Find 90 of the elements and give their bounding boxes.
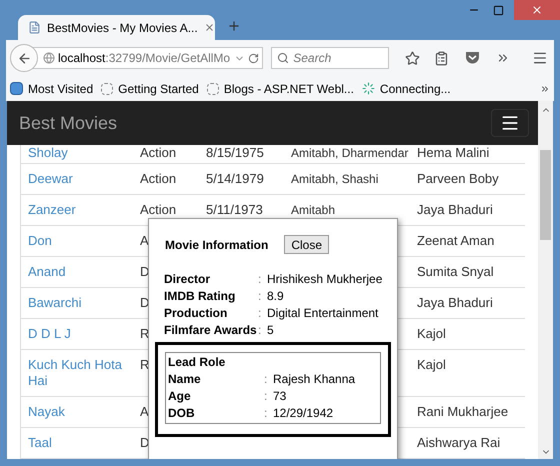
movie-link[interactable]: Bawarchi bbox=[28, 295, 126, 311]
table-cell: Hema Malini bbox=[417, 145, 490, 160]
reload-icon[interactable] bbox=[248, 52, 260, 64]
table-cell: Rani Mukharjee bbox=[417, 404, 508, 419]
table-cell: Jaya Bhaduri bbox=[417, 202, 493, 217]
pocket-icon[interactable] bbox=[465, 51, 480, 65]
table-cell: Amitabh bbox=[291, 203, 336, 217]
back-button[interactable] bbox=[10, 44, 38, 72]
table-cell: A bbox=[140, 233, 149, 248]
detail-value: 12/29/1942 bbox=[273, 405, 334, 422]
detail-separator: : bbox=[258, 322, 262, 339]
detail-value: 73 bbox=[273, 388, 288, 405]
detail-label: DOB bbox=[168, 405, 196, 422]
loading-icon bbox=[362, 82, 375, 95]
movie-link[interactable]: Taal bbox=[28, 435, 126, 451]
new-tab-icon[interactable] bbox=[227, 19, 241, 33]
library-icon bbox=[10, 82, 23, 95]
table-cell: Amitabh, Shashi bbox=[291, 172, 378, 186]
detail-separator: : bbox=[258, 271, 262, 288]
menu-icon[interactable] bbox=[532, 50, 548, 66]
table-cell: R bbox=[140, 326, 150, 341]
table-cell: Parveen Boby bbox=[417, 171, 499, 186]
table-cell: 8/15/1975 bbox=[206, 145, 264, 160]
menu-toggle-button[interactable] bbox=[491, 109, 529, 137]
url-field[interactable]: localhost:32799/Movie/GetAllMo bbox=[32, 47, 264, 69]
detail-separator: : bbox=[264, 388, 268, 405]
globe-icon bbox=[43, 52, 55, 64]
detail-value: 5 bbox=[267, 322, 275, 339]
section-heading: Lead Role bbox=[168, 354, 226, 371]
movie-link[interactable]: Kuch Kuch Hota Hai bbox=[28, 357, 126, 389]
bookmark-item[interactable]: Getting Started bbox=[101, 80, 199, 98]
detail-label: Filmfare Awards bbox=[164, 322, 258, 339]
table-cell: A bbox=[140, 404, 149, 419]
close-icon bbox=[531, 4, 543, 16]
page-icon bbox=[101, 82, 114, 94]
detail-value: Digital Entertainment bbox=[267, 305, 380, 322]
table-cell: Sumita Snyal bbox=[417, 264, 494, 279]
movie-link[interactable]: Nayak bbox=[28, 404, 126, 420]
bookmark-item[interactable]: Connecting... bbox=[362, 80, 451, 98]
detail-separator: : bbox=[264, 405, 268, 422]
table-cell: Action bbox=[140, 145, 176, 160]
detail-label: IMDB Rating bbox=[164, 288, 236, 305]
table-cell: Jaya Bhaduri bbox=[417, 295, 493, 310]
table-cell: Action bbox=[140, 202, 176, 217]
detail-value: 8.9 bbox=[267, 288, 285, 305]
table-cell: Action bbox=[140, 171, 176, 186]
tab-title: BestMovies - My Movies A... bbox=[47, 20, 198, 36]
table-cell: 5/14/1979 bbox=[206, 171, 264, 186]
detail-label: Age bbox=[168, 388, 192, 405]
detail-separator: : bbox=[258, 288, 262, 305]
detail-value: Rajesh Khanna bbox=[273, 371, 356, 388]
table-cell: Kajol bbox=[417, 326, 446, 341]
browser-tab[interactable]: BestMovies - My Movies A... bbox=[18, 15, 215, 40]
table-cell: R bbox=[140, 357, 150, 372]
dialog-title: Movie Information bbox=[165, 236, 268, 254]
page-icon bbox=[28, 21, 41, 34]
close-button[interactable]: Close bbox=[284, 235, 330, 254]
movie-link[interactable]: Deewar bbox=[28, 171, 126, 187]
page-icon bbox=[206, 82, 219, 94]
detail-separator: : bbox=[264, 371, 268, 388]
detail-label: Name bbox=[168, 371, 202, 388]
table-cell: Amitabh, Dharmendar bbox=[291, 146, 408, 160]
close-window-button[interactable] bbox=[514, 0, 560, 20]
reading-list-icon[interactable] bbox=[434, 50, 450, 66]
search-field[interactable]: Search bbox=[271, 47, 390, 69]
movie-link[interactable]: Sholay bbox=[28, 145, 126, 161]
movie-link[interactable]: Don bbox=[28, 233, 126, 249]
table-cell: Zeenat Aman bbox=[417, 233, 494, 248]
search-icon bbox=[277, 52, 290, 64]
detail-value: Hrishikesh Mukherjee bbox=[267, 271, 384, 288]
url-text: localhost:32799/Movie/GetAllMo bbox=[58, 50, 232, 67]
close-icon[interactable] bbox=[204, 22, 215, 33]
bookmark-item[interactable]: Blogs - ASP.NET Webl... bbox=[206, 80, 354, 98]
table-cell: Kajol bbox=[417, 357, 446, 372]
bookmark-item[interactable]: Most Visited bbox=[10, 80, 94, 98]
scrollbar[interactable] bbox=[538, 101, 553, 459]
search-input[interactable]: Search bbox=[293, 49, 384, 67]
movie-link[interactable]: Anand bbox=[28, 264, 126, 280]
bookmark-star-icon[interactable] bbox=[405, 50, 420, 66]
movie-link[interactable]: Zanzeer bbox=[28, 202, 126, 218]
detail-label: Production bbox=[164, 305, 228, 322]
table-cell: 5/11/1973 bbox=[206, 202, 263, 217]
overflow-icon[interactable] bbox=[540, 84, 550, 94]
scrollbar-thumb[interactable] bbox=[540, 150, 551, 240]
detail-separator: : bbox=[258, 305, 262, 322]
movie-link[interactable]: D D L J bbox=[28, 326, 126, 342]
brand-title[interactable]: Best Movies bbox=[19, 110, 118, 136]
maximize-icon[interactable] bbox=[493, 4, 504, 16]
detail-label: Director bbox=[164, 271, 212, 288]
table-cell: Aishwarya Rai bbox=[417, 435, 500, 450]
